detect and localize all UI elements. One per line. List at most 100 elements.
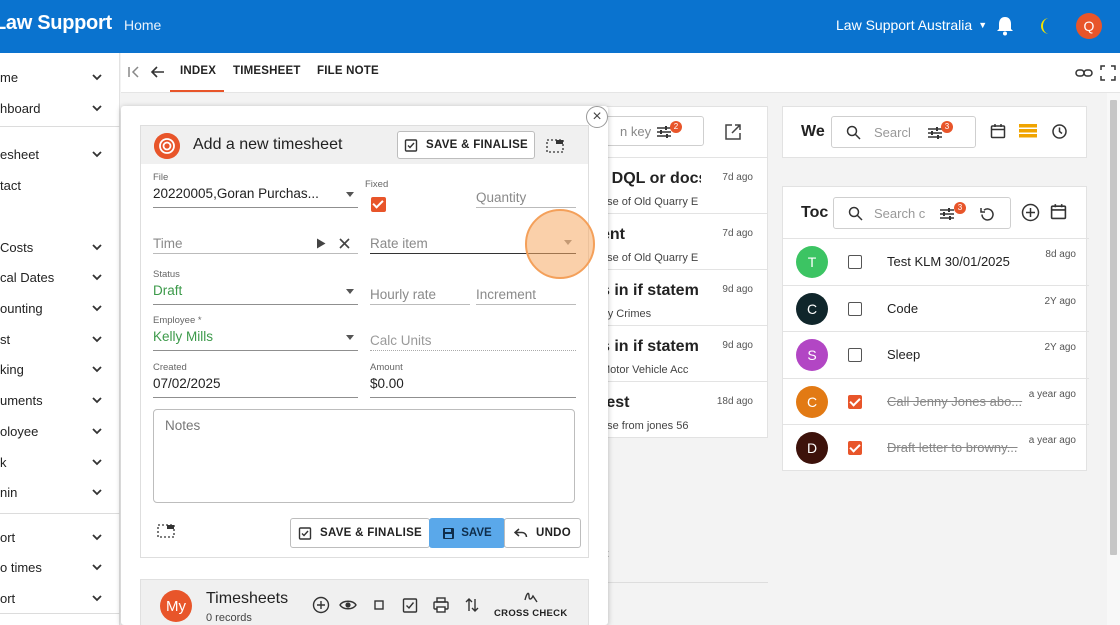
todo-item[interactable]: D Draft letter to browny... a year ago — [783, 424, 1089, 470]
calc-units-field: Calc Units — [370, 321, 576, 351]
todo-checkbox[interactable] — [848, 441, 862, 455]
sidebar-item-label: uments — [0, 393, 43, 408]
close-modal-button[interactable]: × — [586, 106, 608, 128]
result-row[interactable]: s in if statem Motor Vehicle Acc 9d ago — [599, 325, 767, 381]
todo-checkbox[interactable] — [848, 255, 862, 269]
file-field[interactable]: File 20220005,Goran Purchas... — [153, 172, 358, 208]
dark-mode-moon-icon[interactable] — [1037, 15, 1057, 37]
week-search-placeholder: Searcl — [874, 125, 911, 140]
organisation-select[interactable]: Law Support Australia ▼ — [836, 17, 987, 33]
timesheet-logo-icon — [154, 133, 180, 159]
add-timesheet-icon[interactable] — [312, 596, 330, 614]
signature-icon[interactable] — [523, 590, 539, 604]
sidebar-item-label: cal Dates — [0, 270, 55, 285]
todo-item[interactable]: S Sleep 2Y ago — [783, 331, 1089, 377]
brand-logo[interactable]: Law Support — [0, 12, 112, 35]
notes-textarea[interactable]: Notes — [153, 409, 575, 503]
todo-item[interactable]: C Call Jenny Jones abo... a year ago — [783, 377, 1089, 424]
calendar-icon[interactable] — [990, 123, 1006, 139]
sidebar-item[interactable]: o times — [0, 553, 120, 583]
sidebar-item[interactable]: esheet — [0, 140, 120, 170]
tab-timesheet[interactable]: TIMESHEET — [233, 65, 301, 77]
sidebar-item[interactable]: oloyee — [0, 417, 120, 447]
sidebar-item[interactable]: me — [0, 63, 120, 93]
save-label: SAVE — [461, 527, 492, 539]
sidebar-item[interactable]: tact — [0, 171, 120, 201]
amount-field[interactable]: Amount $0.00 — [370, 362, 576, 398]
save-finalise-button[interactable]: SAVE & FINALISE — [290, 518, 430, 548]
print-icon[interactable] — [432, 596, 450, 614]
fixed-checkbox[interactable] — [371, 197, 386, 212]
sidebar-item[interactable]: cal Dates — [0, 263, 120, 293]
sidebar-item[interactable] — [0, 202, 120, 232]
undo-button[interactable]: UNDO — [504, 518, 581, 548]
sidebar-item-label: ounting — [0, 301, 43, 316]
notification-bell-icon[interactable] — [995, 15, 1015, 37]
todo-item[interactable]: T Test KLM 30/01/2025 8d ago — [783, 238, 1089, 284]
reset-icon[interactable] — [979, 206, 996, 223]
fixed-checkbox-field[interactable]: Fixed — [365, 179, 405, 213]
result-row[interactable]: test ase from jones 56 18d ago — [599, 381, 767, 437]
underline — [476, 207, 576, 208]
time-field[interactable]: Time — [153, 224, 358, 254]
fullscreen-icon[interactable] — [1100, 65, 1116, 81]
sidebar-item[interactable]: hboard — [0, 94, 120, 124]
select-checkbox-icon[interactable] — [370, 596, 388, 614]
hourly-rate-field[interactable]: Hourly rate — [370, 275, 470, 305]
calc-units-placeholder: Calc Units — [370, 333, 432, 348]
todo-checkbox[interactable] — [848, 348, 862, 362]
created-field[interactable]: Created 07/02/2025 — [153, 362, 358, 398]
status-field[interactable]: Status Draft — [153, 269, 358, 305]
result-time-ago: 9d ago — [722, 284, 753, 295]
tab-index[interactable]: INDEX — [180, 65, 216, 77]
sidebar-item[interactable]: ort — [0, 523, 120, 553]
open-external-icon[interactable] — [724, 123, 742, 141]
clear-icon[interactable] — [339, 238, 350, 249]
result-row[interactable]: r DQL or docs ase of Old Quarry E 7d ago — [599, 157, 767, 213]
employee-label: Employee * — [153, 315, 202, 326]
toggle-layout-icon[interactable] — [157, 523, 175, 539]
filter-sliders-icon[interactable] — [939, 207, 955, 221]
history-icon[interactable] — [1051, 123, 1068, 140]
page-scrollbar-thumb[interactable] — [1110, 100, 1117, 555]
result-row[interactable]: ent ase of Old Quarry E 7d ago — [599, 213, 767, 269]
sidebar-item[interactable]: uments — [0, 386, 120, 416]
sidebar-item[interactable]: ort — [0, 584, 120, 614]
first-page-icon[interactable] — [127, 65, 141, 79]
sidebar-item[interactable]: nin — [0, 478, 120, 508]
result-row[interactable]: s in if statem rty Crimes 9d ago — [599, 269, 767, 325]
calendar-icon[interactable] — [1050, 203, 1067, 220]
sidebar-item[interactable]: king — [0, 355, 120, 385]
status-label: Status — [153, 269, 180, 280]
quantity-placeholder: Quantity — [476, 190, 527, 205]
todo-item[interactable]: C Code 2Y ago — [783, 284, 1089, 331]
home-link[interactable]: Home — [124, 17, 161, 33]
divider — [598, 582, 768, 583]
user-avatar[interactable]: Q — [1076, 13, 1102, 39]
increment-field[interactable]: Increment — [476, 275, 576, 305]
sidebar-item[interactable]: k — [0, 448, 120, 478]
approve-clipboard-icon[interactable] — [401, 596, 419, 614]
cross-check-button[interactable]: CROSS CHECK — [494, 608, 568, 619]
link-icon[interactable] — [1075, 65, 1093, 81]
sort-icon[interactable] — [463, 596, 481, 614]
employee-field[interactable]: Employee * Kelly Mills — [153, 315, 358, 351]
quantity-field[interactable]: Quantity — [476, 178, 576, 208]
view-eye-icon[interactable] — [339, 596, 357, 614]
save-button[interactable]: SAVE — [429, 518, 505, 548]
list-view-icon[interactable] — [1019, 124, 1037, 138]
back-arrow-icon[interactable] — [150, 64, 166, 80]
sidebar-item[interactable]: ounting — [0, 294, 120, 324]
week-search-box[interactable]: Searcl 3 — [831, 116, 976, 148]
save-finalise-button-top[interactable]: SAVE & FINALISE — [397, 131, 535, 159]
sidebar-item[interactable]: Costs — [0, 233, 120, 263]
sidebar-item[interactable]: st — [0, 325, 120, 355]
play-timer-icon[interactable] — [316, 238, 326, 249]
add-todo-icon[interactable] — [1021, 203, 1040, 222]
todo-checkbox[interactable] — [848, 394, 862, 409]
toggle-layout-icon[interactable] — [546, 138, 564, 154]
tab-file-note[interactable]: FILE NOTE — [317, 65, 379, 77]
todo-checkbox[interactable] — [848, 301, 862, 316]
todo-search-box[interactable]: Search c 3 — [833, 197, 1011, 229]
results-search-box[interactable]: n key 2 — [599, 116, 704, 146]
